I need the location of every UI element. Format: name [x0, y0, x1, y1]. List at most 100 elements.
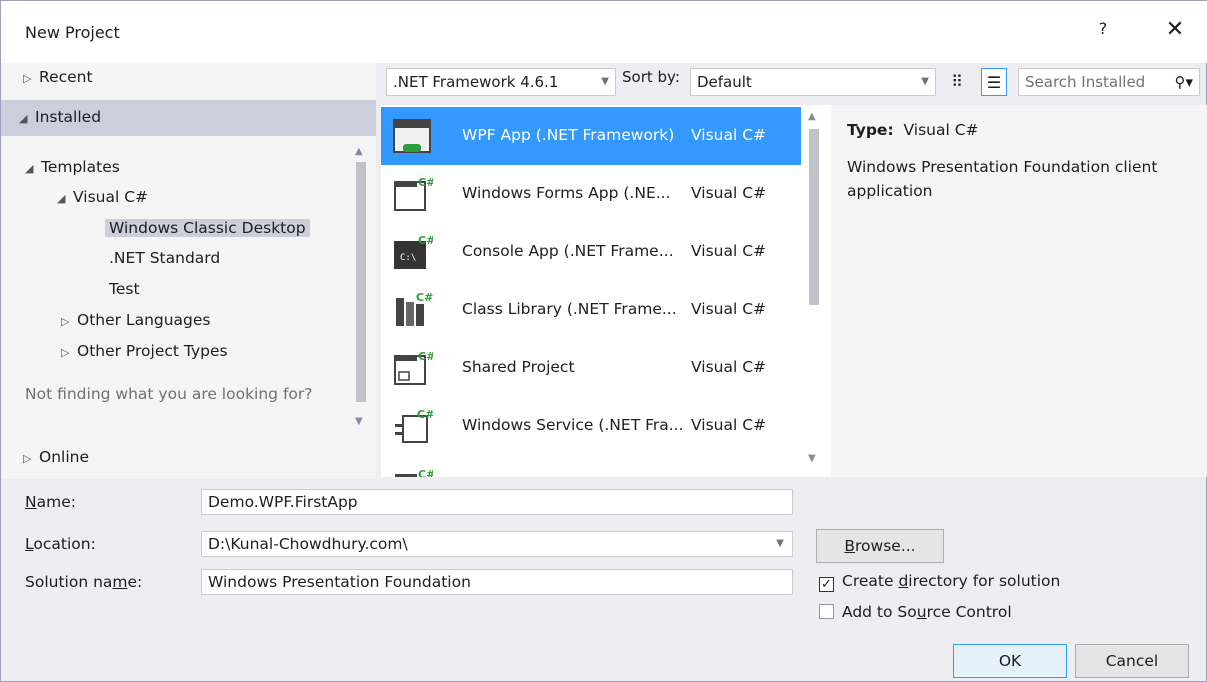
tree-node-label: Templates: [41, 158, 120, 176]
console-app-icon: C:\ C#: [394, 234, 433, 269]
shared-project-icon: C#: [394, 350, 433, 385]
svg-text:C#: C#: [418, 176, 433, 189]
expand-arrow-icon[interactable]: ▷: [23, 65, 39, 93]
list-view-button[interactable]: ☰: [981, 68, 1007, 96]
scroll-thumb[interactable]: [809, 129, 819, 305]
tree-node-other-project-types[interactable]: ▷ Other Project Types: [61, 337, 228, 365]
template-name: Console App (.NET Frame...: [462, 242, 674, 260]
scroll-thumb[interactable]: [356, 162, 366, 402]
collapse-arrow-icon[interactable]: ◢: [19, 105, 35, 133]
scroll-up-arrow-icon[interactable]: ▲: [808, 111, 816, 122]
description-text: Windows Presentation Foundation client a…: [847, 158, 1158, 200]
sort-by-dropdown[interactable]: Default ▼: [690, 68, 936, 96]
expand-arrow-icon[interactable]: ▷: [61, 308, 77, 336]
svg-text:C:\: C:\: [400, 253, 416, 263]
search-installed-input[interactable]: Search Installed ⚲▾: [1018, 68, 1200, 96]
template-item-console-app[interactable]: C:\ C# Console App (.NET Frame... Visual…: [381, 223, 801, 281]
template-name: WPF App (.NET Framework): [462, 126, 675, 144]
class-library-icon: C#: [396, 291, 433, 326]
svg-text:C#: C#: [417, 408, 433, 421]
not-finding-hint[interactable]: Not finding what you are looking for?: [25, 385, 313, 403]
template-list: WPF App (.NET Framework) Visual C# C# Wi…: [381, 105, 831, 477]
dialog-title: New Project: [25, 23, 120, 42]
project-name-input[interactable]: Demo.WPF.FirstApp: [201, 489, 793, 515]
search-icon[interactable]: ⚲▾: [1174, 69, 1193, 95]
solution-name-input[interactable]: Windows Presentation Foundation: [201, 569, 793, 595]
windows-forms-icon: C#: [394, 176, 433, 211]
tree-node-online[interactable]: ▷ Online: [23, 443, 89, 471]
tree-node-label: Recent: [39, 68, 93, 86]
tree-node-installed[interactable]: ◢ Installed: [19, 103, 101, 131]
template-item-windows-service[interactable]: C# Windows Service (.NET Fra... Visual C…: [381, 397, 801, 455]
browse-button[interactable]: Browse...: [816, 529, 944, 563]
cancel-button[interactable]: Cancel: [1075, 644, 1189, 678]
tree-node-label: Other Languages: [77, 311, 211, 329]
template-item-partial[interactable]: C#: [381, 455, 801, 477]
expand-arrow-icon[interactable]: ▷: [61, 339, 77, 367]
location-value: D:\Kunal-Chowdhury.com\: [208, 535, 408, 553]
close-button[interactable]: ✕: [1161, 17, 1189, 47]
tree-node-test[interactable]: Test: [109, 275, 140, 303]
title-bar: New Project ? ✕: [1, 1, 1207, 63]
template-item-wpf-app[interactable]: WPF App (.NET Framework) Visual C#: [381, 107, 801, 165]
tree-scrollbar[interactable]: ▲ ▼: [353, 138, 369, 438]
help-button[interactable]: ?: [1091, 19, 1115, 45]
tree-node-label: Windows Classic Desktop: [105, 219, 310, 237]
location-combo[interactable]: D:\Kunal-Chowdhury.com\ ▼: [201, 531, 793, 557]
template-name: Windows Service (.NET Fra...: [462, 416, 684, 434]
template-description: Type: Visual C# Windows Presentation Fou…: [831, 105, 1207, 477]
svg-text:C#: C#: [418, 468, 433, 477]
template-item-windows-forms-app[interactable]: C# Windows Forms App (.NE... Visual C#: [381, 165, 801, 223]
template-name: Shared Project: [462, 358, 575, 376]
template-language: Visual C#: [691, 126, 767, 144]
tree-node-recent[interactable]: ▷ Recent: [23, 63, 93, 91]
svg-text:C#: C#: [418, 234, 433, 247]
search-placeholder: Search Installed: [1025, 73, 1146, 91]
tree-node-net-standard[interactable]: .NET Standard: [109, 244, 220, 272]
template-type: Type: Visual C#: [847, 121, 979, 139]
chevron-down-icon[interactable]: ▼: [776, 532, 784, 556]
collapse-arrow-icon[interactable]: ◢: [57, 185, 73, 213]
chevron-down-icon: ▼: [921, 76, 929, 87]
checkmark-icon[interactable]: ✓: [819, 577, 834, 592]
svg-text:C#: C#: [418, 350, 433, 363]
scroll-down-arrow-icon[interactable]: ▼: [808, 453, 816, 464]
new-project-dialog: New Project ? ✕ ▷ Recent ◢ Installed ◢ Temp…: [0, 0, 1207, 682]
tree-node-templates[interactable]: ◢ Templates: [25, 153, 120, 181]
chevron-down-icon: ▼: [601, 76, 609, 87]
tree-node-label: Online: [39, 448, 89, 466]
wpf-app-icon: [393, 119, 431, 153]
small-icons-view-button[interactable]: ⠿: [944, 68, 970, 96]
create-directory-checkbox[interactable]: ✓ Create directory for solution: [819, 572, 1060, 592]
template-toolbar: .NET Framework 4.6.1 ▼ Sort by: Default …: [376, 63, 1207, 103]
template-name: Windows Forms App (.NE...: [462, 184, 671, 202]
grid-view-icon: ⠿: [951, 72, 963, 91]
template-list-scrollbar[interactable]: ▲ ▼: [805, 107, 823, 473]
template-language: Visual C#: [691, 416, 767, 434]
scroll-up-arrow-icon[interactable]: ▲: [355, 146, 363, 157]
solution-name-label: Solution name:: [25, 573, 143, 591]
tree-node-visual-csharp[interactable]: ◢ Visual C#: [57, 183, 148, 211]
scroll-down-arrow-icon[interactable]: ▼: [355, 416, 363, 427]
list-view-icon: ☰: [986, 73, 1002, 92]
template-item-shared-project[interactable]: C# Shared Project Visual C#: [381, 339, 801, 397]
sort-by-value: Default: [697, 73, 752, 91]
tree-node-label: Other Project Types: [77, 342, 228, 360]
expand-arrow-icon[interactable]: ▷: [23, 445, 39, 473]
template-language: Visual C#: [691, 300, 767, 318]
tree-node-label: Test: [109, 280, 140, 298]
ok-button[interactable]: OK: [953, 644, 1067, 678]
tree-node-windows-classic-desktop[interactable]: Windows Classic Desktop: [105, 214, 310, 242]
add-to-source-control-checkbox[interactable]: Add to Source Control: [819, 603, 1012, 621]
windows-service-icon: C#: [395, 408, 433, 443]
tree-node-other-languages[interactable]: ▷ Other Languages: [61, 306, 211, 334]
svg-text:C#: C#: [416, 291, 433, 304]
template-language: Visual C#: [691, 358, 767, 376]
framework-dropdown[interactable]: .NET Framework 4.6.1 ▼: [386, 68, 616, 96]
collapse-arrow-icon[interactable]: ◢: [25, 155, 41, 183]
template-name: Class Library (.NET Frame...: [462, 300, 677, 318]
name-label: Name:: [25, 493, 76, 511]
checkbox-empty-icon[interactable]: [819, 604, 834, 619]
template-item-class-library[interactable]: C# Class Library (.NET Frame... Visual C…: [381, 281, 801, 339]
type-value: Visual C#: [903, 121, 979, 139]
